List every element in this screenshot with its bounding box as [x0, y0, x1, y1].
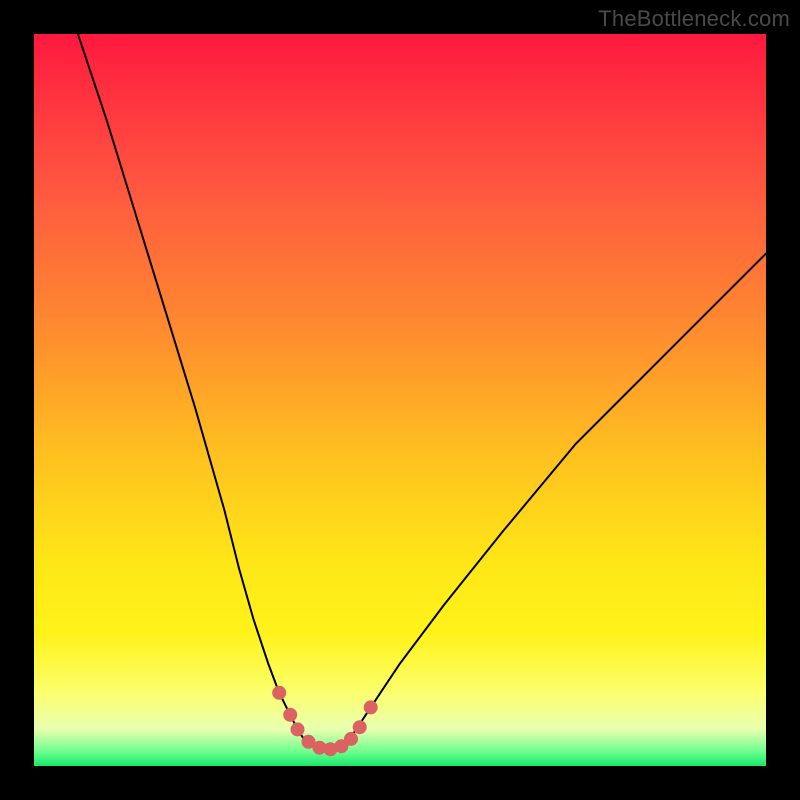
attribution-text: TheBottleneck.com [598, 6, 790, 32]
plot-area [34, 34, 766, 766]
dip-dot [344, 732, 358, 746]
chart-svg [34, 34, 766, 766]
bottleneck-curve [78, 34, 766, 750]
dip-dot [283, 708, 297, 722]
chart-frame: TheBottleneck.com [0, 0, 800, 800]
dip-dot [272, 686, 286, 700]
dip-dot [364, 700, 378, 714]
dip-dot [291, 722, 305, 736]
dip-dot [353, 720, 367, 734]
dip-dots-group [272, 686, 378, 756]
